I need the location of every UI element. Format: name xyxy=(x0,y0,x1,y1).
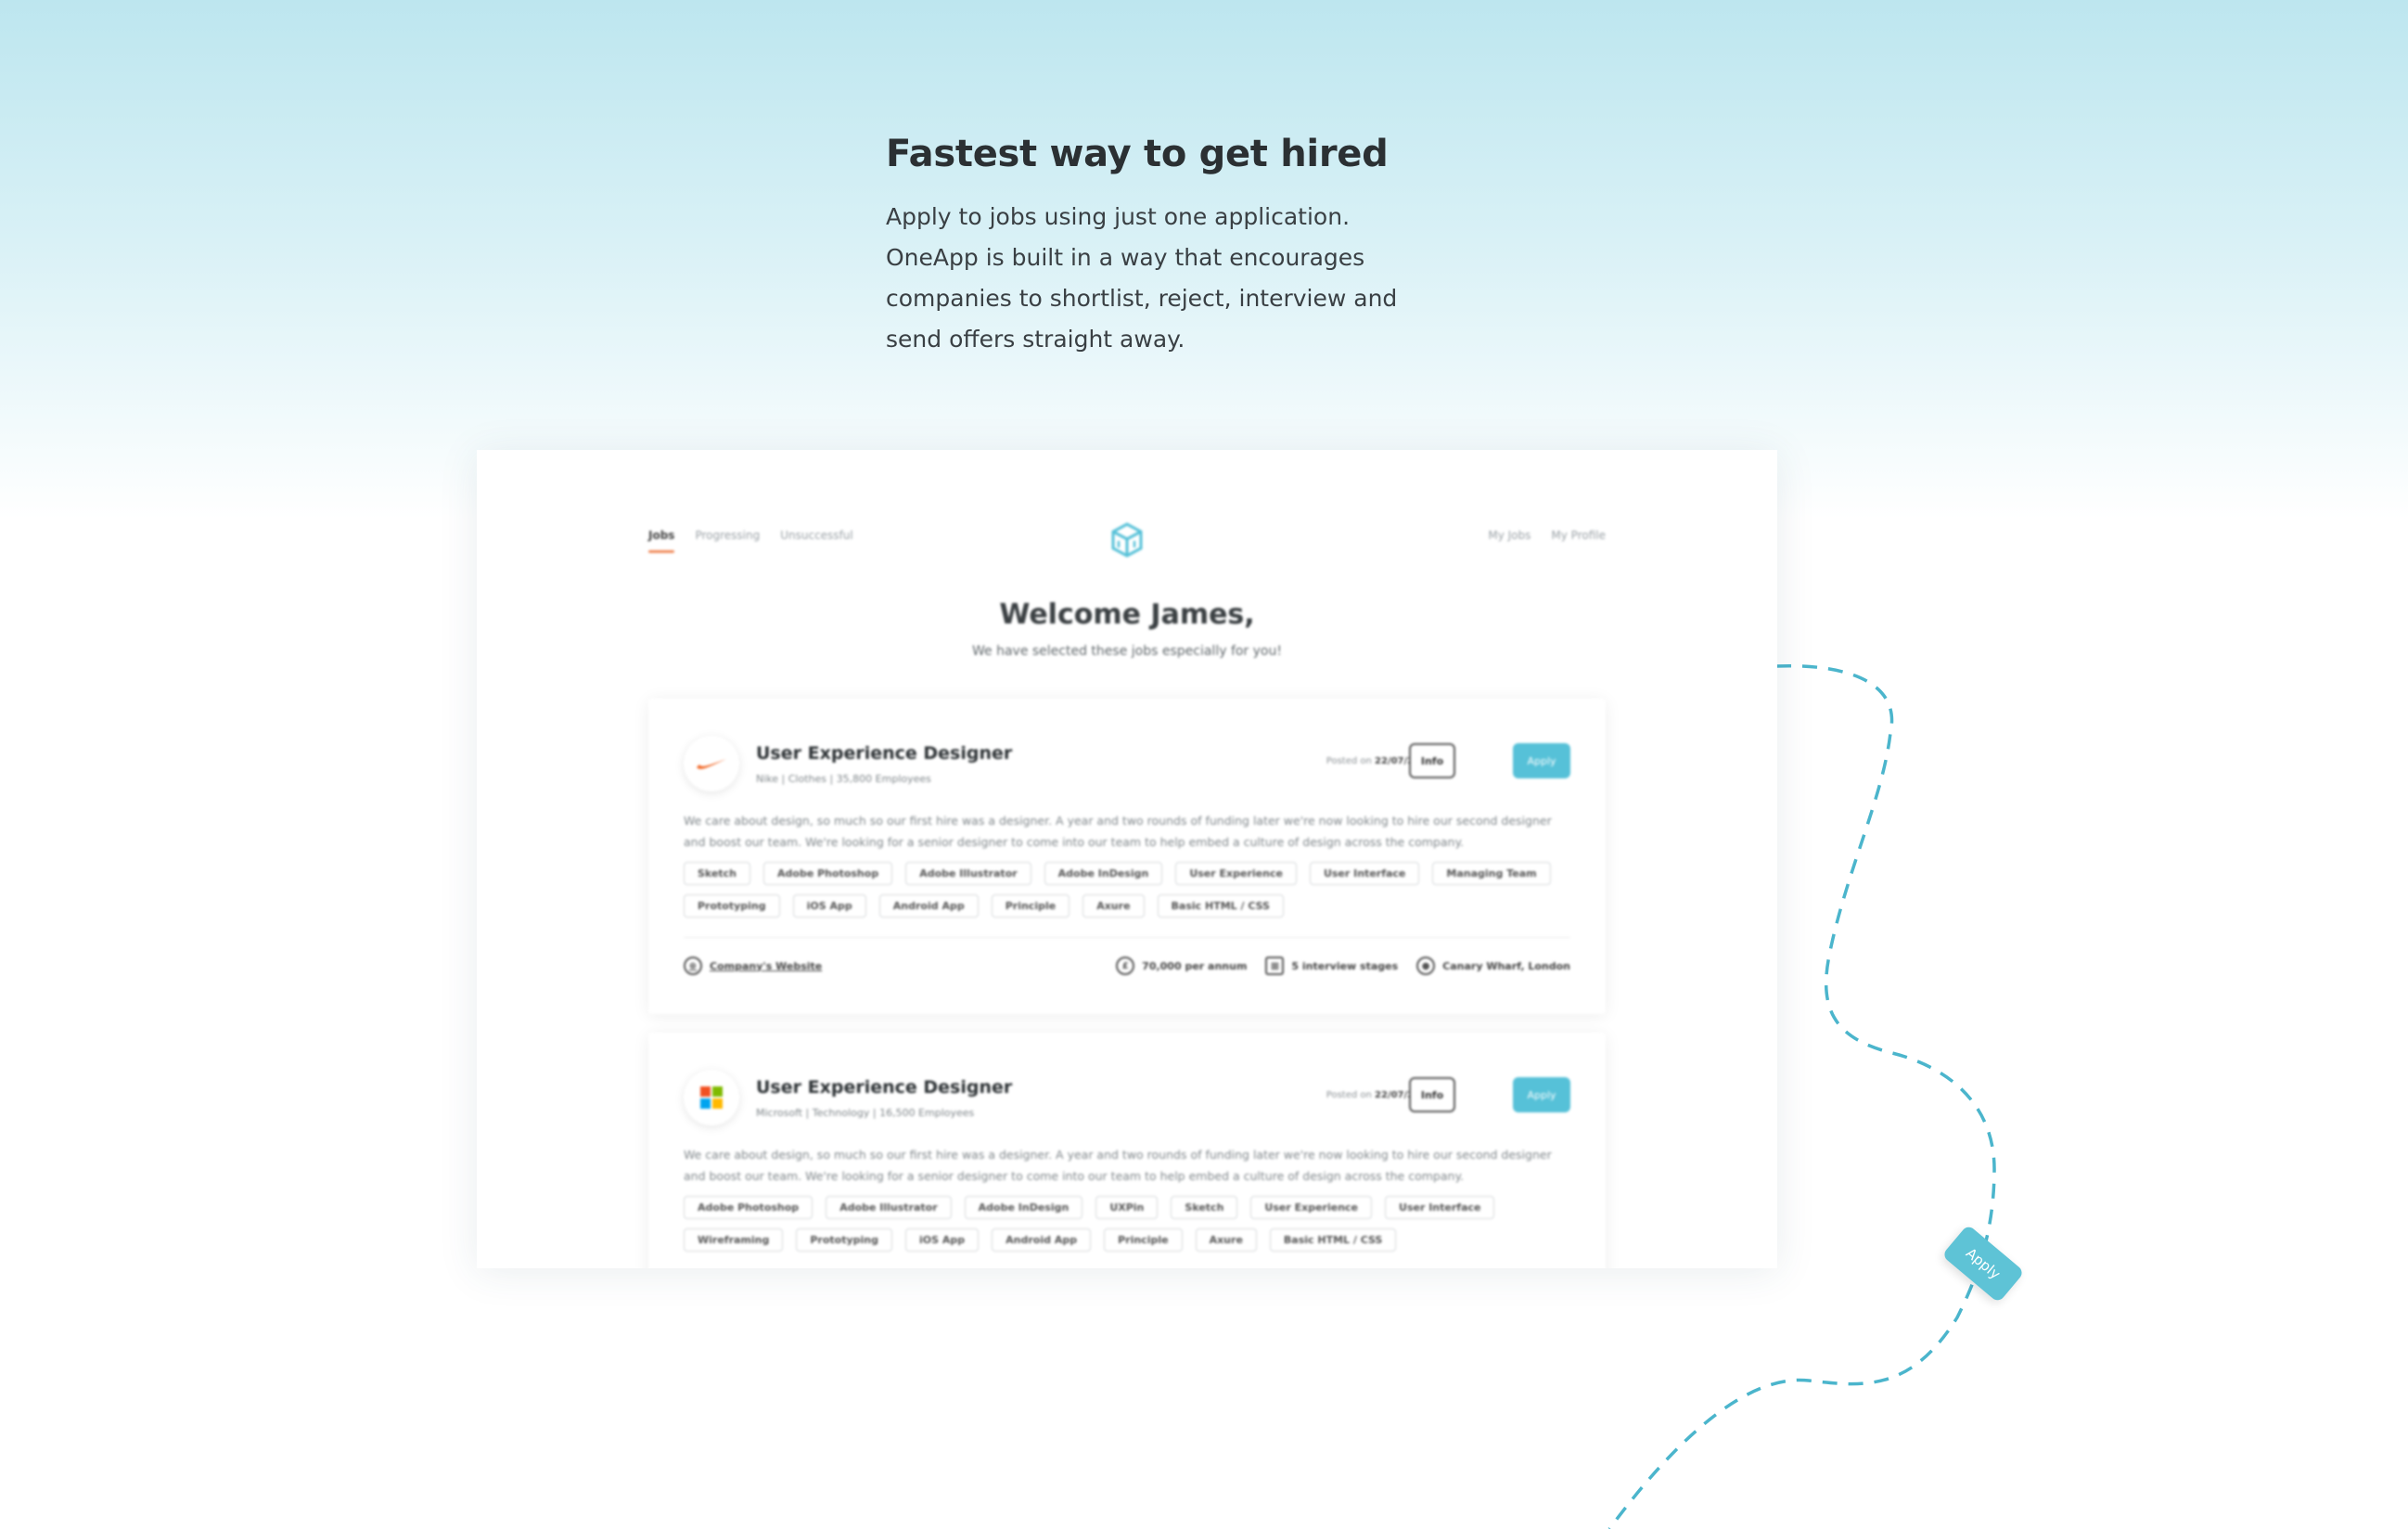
skill-tag: iOS App xyxy=(905,1228,980,1252)
link-my-profile[interactable]: My Profile xyxy=(1551,529,1606,542)
tab-progressing[interactable]: Progressing xyxy=(695,529,760,542)
apply-button[interactable]: Apply xyxy=(1513,743,1570,778)
welcome-title: Welcome James, xyxy=(999,598,1255,631)
skill-tag: Axure xyxy=(1082,894,1145,918)
skill-tag: Adobe Illustrator xyxy=(826,1196,952,1219)
skill-tag: Wireframing xyxy=(684,1228,784,1252)
welcome-subtitle: We have selected these jobs especially f… xyxy=(972,644,1282,659)
floating-apply-button[interactable]: Apply xyxy=(1941,1224,2025,1304)
skill-tag: iOS App xyxy=(792,894,866,918)
calendar-icon: ▦ xyxy=(1265,957,1285,975)
microsoft-logo-icon xyxy=(684,1070,739,1125)
skill-tag: Android App xyxy=(878,894,979,918)
welcome-block: Welcome James, We have selected these jo… xyxy=(477,598,1777,659)
info-button[interactable]: Info xyxy=(1409,743,1455,778)
skill-tag: Adobe Illustrator xyxy=(905,862,1031,885)
nike-logo-icon xyxy=(684,736,739,791)
skill-tag: Adobe Photoshop xyxy=(684,1196,813,1219)
location: ● Canary Wharf, London xyxy=(1416,957,1570,975)
skill-tag: User Interface xyxy=(1385,1196,1495,1219)
job-description: We care about design, so much so our fir… xyxy=(684,1148,1552,1183)
skill-tag: Adobe InDesign xyxy=(964,1196,1083,1219)
job-meta: Microsoft | Technology | 16,500 Employee… xyxy=(756,1107,975,1119)
skill-tags: Adobe Photoshop Adobe Illustrator Adobe … xyxy=(684,1196,1570,1252)
tab-jobs[interactable]: Jobs xyxy=(648,529,675,553)
location-pin-icon: ● xyxy=(1416,957,1436,975)
skill-tag: Basic HTML / CSS xyxy=(1157,894,1284,918)
tab-unsuccessful[interactable]: Unsuccessful xyxy=(780,529,853,542)
info-button[interactable]: Info xyxy=(1409,1077,1455,1112)
skill-tag: Axure xyxy=(1195,1228,1257,1252)
skill-tag: Prototyping xyxy=(684,894,780,918)
apply-button[interactable]: Apply xyxy=(1513,1077,1570,1112)
job-description: We care about design, so much so our fir… xyxy=(684,814,1552,849)
skill-tag: Android App xyxy=(992,1228,1092,1252)
job-title[interactable]: User Experience Designer xyxy=(756,1077,1012,1098)
skill-tag: Prototyping xyxy=(796,1228,893,1252)
skill-tag: Sketch xyxy=(684,862,751,885)
skill-tag: Managing Team xyxy=(1432,862,1551,885)
job-card[interactable]: User Experience Designer Nike | Clothes … xyxy=(648,699,1606,1014)
hero-body: Apply to jobs using just one application… xyxy=(886,203,1398,353)
skill-tag: User Experience xyxy=(1250,1196,1373,1219)
link-my-jobs[interactable]: My Jobs xyxy=(1488,529,1531,542)
hero-section: Fastest way to get hired Apply to jobs u… xyxy=(886,130,1405,360)
pound-icon: £ xyxy=(1116,957,1135,975)
skill-tag: Basic HTML / CSS xyxy=(1269,1228,1397,1252)
job-footer: ⊕ Company's Website £ 70,000 per annum ▦… xyxy=(684,957,1570,979)
card-divider xyxy=(684,937,1570,938)
job-title[interactable]: User Experience Designer xyxy=(756,743,1012,764)
skill-tag: Adobe Photoshop xyxy=(763,862,893,885)
skill-tag: Principle xyxy=(991,894,1070,918)
interview-stages: ▦ 5 interview stages xyxy=(1265,957,1398,975)
globe-icon: ⊕ xyxy=(684,957,702,975)
app-mockup: Jobs Progressing Unsuccessful My Jobs My… xyxy=(477,450,1777,1268)
skill-tags: Sketch Adobe Photoshop Adobe Illustrator… xyxy=(684,862,1570,918)
skill-tag: Sketch xyxy=(1171,1196,1238,1219)
skill-tag: UXPin xyxy=(1095,1196,1159,1219)
job-meta: Nike | Clothes | 35,800 Employees xyxy=(756,773,931,785)
app-nav: Jobs Progressing Unsuccessful My Jobs My… xyxy=(648,522,1606,566)
oneapp-logo-icon[interactable] xyxy=(1108,521,1146,559)
skill-tag: User Interface xyxy=(1309,862,1420,885)
skill-tag: User Experience xyxy=(1175,862,1297,885)
hero-title: Fastest way to get hired xyxy=(886,133,1389,175)
job-card[interactable]: User Experience Designer Microsoft | Tec… xyxy=(648,1033,1606,1268)
skill-tag: Principle xyxy=(1104,1228,1183,1252)
company-website-link[interactable]: ⊕ Company's Website xyxy=(684,957,822,975)
salary: £ 70,000 per annum xyxy=(1116,957,1247,975)
skill-tag: Adobe InDesign xyxy=(1044,862,1163,885)
